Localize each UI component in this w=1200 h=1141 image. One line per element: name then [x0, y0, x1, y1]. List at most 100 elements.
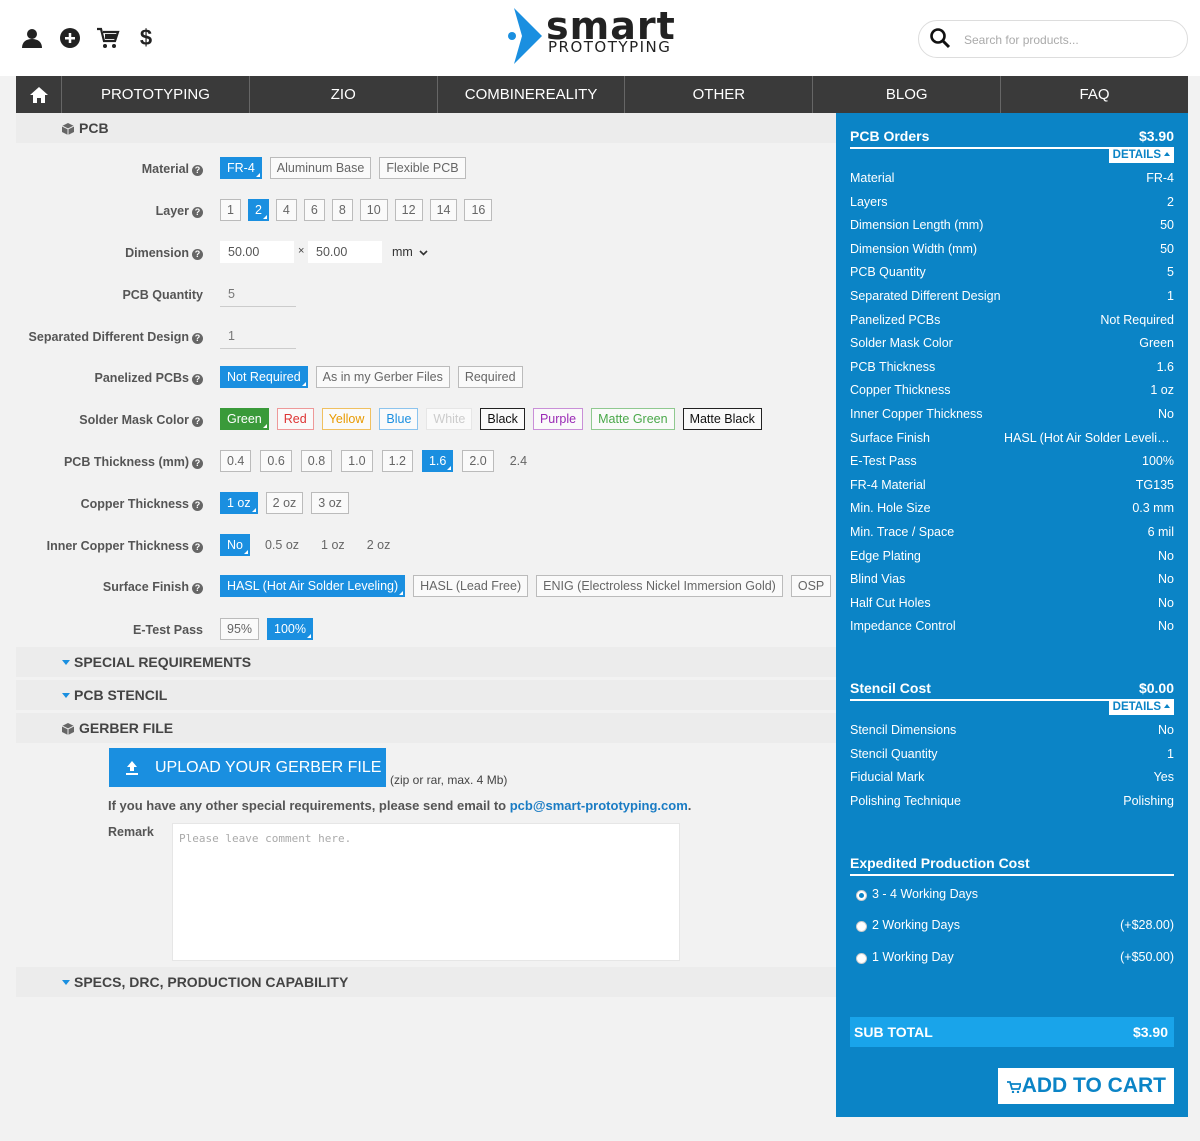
nav-item-other[interactable]: OTHER [625, 76, 814, 113]
panelized-option[interactable]: Not Required [220, 366, 308, 388]
logo-mark-icon [508, 8, 542, 64]
section-specs[interactable]: SPECS, DRC, PRODUCTION CAPABILITY [16, 967, 836, 997]
copper-option[interactable]: 1 oz [220, 492, 258, 514]
help-icon[interactable]: ? [192, 374, 203, 385]
solder-color-matte-black[interactable]: Matte Black [682, 408, 762, 430]
home-button[interactable] [16, 76, 62, 113]
etest-option[interactable]: 100% [267, 618, 314, 640]
solder-color-green[interactable]: Green [220, 408, 269, 430]
upload-gerber-button[interactable]: UPLOAD YOUR GERBER FILE [109, 748, 386, 787]
search-box[interactable] [918, 20, 1188, 58]
inner-copper-option[interactable]: 2 oz [360, 534, 398, 556]
help-icon[interactable]: ? [192, 249, 203, 260]
help-icon[interactable]: ? [192, 207, 203, 218]
search-input[interactable] [964, 30, 1174, 50]
copper-option[interactable]: 2 oz [265, 492, 304, 514]
panelized-option[interactable]: As in my Gerber Files [315, 366, 450, 388]
layer-option[interactable]: 2 [247, 199, 269, 221]
radio-button[interactable] [856, 921, 867, 932]
layer-option[interactable]: 1 [220, 199, 241, 221]
thickness-option[interactable]: 1.6 [421, 450, 454, 472]
currency-icon[interactable]: $ [134, 26, 158, 50]
expedited-option[interactable]: 2 Working Days (+$28.00) [856, 918, 1174, 938]
dimension-width-input[interactable]: 50.00 [308, 241, 382, 263]
nav-item-combinereality[interactable]: COMBINEREALITY [438, 76, 626, 113]
logo[interactable]: smart PROTOTYPING [508, 4, 698, 64]
solder-color-red[interactable]: Red [276, 408, 314, 430]
inner-copper-option[interactable]: No [220, 534, 250, 556]
thickness-option[interactable]: 2.4 [503, 450, 534, 472]
section-pcb-stencil[interactable]: PCB STENCIL [16, 680, 836, 710]
solder-color-yellow[interactable]: Yellow [321, 408, 372, 430]
help-icon[interactable]: ? [192, 500, 203, 511]
solder-color-blue[interactable]: Blue [379, 408, 419, 430]
summary-row: Surface Finish HASL (Hot Air Solder Level… [850, 431, 1174, 451]
radio-button[interactable] [856, 890, 867, 901]
inner-copper-option[interactable]: 0.5 oz [258, 534, 306, 556]
caret-down-icon [62, 980, 70, 985]
summary-row: Blind Vias No [850, 572, 1174, 592]
thickness-option[interactable]: 1.2 [381, 450, 413, 472]
layer-option[interactable]: 4 [275, 199, 297, 221]
solder-color-white[interactable]: White [426, 408, 473, 430]
radio-button[interactable] [856, 953, 867, 964]
nav-item-zio[interactable]: ZIO [250, 76, 438, 113]
quantity-input[interactable]: 5 [220, 283, 296, 307]
layer-option[interactable]: 6 [303, 199, 325, 221]
thickness-option[interactable]: 0.6 [260, 450, 292, 472]
material-option-flexible[interactable]: Flexible PCB [379, 157, 466, 179]
expedited-option[interactable]: 3 - 4 Working Days [856, 887, 1174, 907]
layer-option[interactable]: 16 [464, 199, 493, 221]
nav-item-blog[interactable]: BLOG [813, 76, 1002, 113]
unit-select[interactable]: mm [384, 241, 434, 263]
surface-option[interactable]: OSP [790, 575, 832, 597]
solder-color-matte-green[interactable]: Matte Green [591, 408, 675, 430]
surface-option[interactable]: HASL (Lead Free) [413, 575, 529, 597]
section-gerber-file[interactable]: GERBER FILE [16, 713, 836, 743]
solder-color-purple[interactable]: Purple [532, 408, 584, 430]
dimension-row: Dimension? 50.00 × 50.00 mm [16, 241, 836, 267]
thickness-option[interactable]: 0.8 [300, 450, 333, 472]
separated-input[interactable]: 1 [220, 325, 296, 349]
search-icon[interactable] [929, 27, 951, 49]
add-icon[interactable] [58, 26, 82, 50]
thickness-option[interactable]: 2.0 [462, 450, 494, 472]
help-icon[interactable]: ? [192, 416, 203, 427]
section-pcb[interactable]: PCB [16, 113, 836, 143]
layer-option[interactable]: 14 [429, 199, 458, 221]
layer-option[interactable]: 8 [331, 199, 353, 221]
solder-color-black[interactable]: Black [480, 408, 525, 430]
email-link[interactable]: pcb@smart-prototyping.com [510, 798, 688, 813]
summary-key: Min. Hole Size [850, 501, 931, 516]
material-option-aluminum[interactable]: Aluminum Base [269, 157, 372, 179]
account-icon[interactable] [20, 26, 44, 50]
panelized-option[interactable]: Required [457, 366, 523, 388]
nav-item-faq[interactable]: FAQ [1001, 76, 1188, 113]
section-special-requirements[interactable]: SPECIAL REQUIREMENTS [16, 647, 836, 677]
nav-item-prototyping[interactable]: PROTOTYPING [62, 76, 250, 113]
copper-option[interactable]: 3 oz [311, 492, 349, 514]
surface-option[interactable]: ENIG (Electroless Nickel Immersion Gold) [536, 575, 783, 597]
layer-option[interactable]: 10 [359, 199, 388, 221]
layer-option[interactable]: 12 [394, 199, 423, 221]
pcb-details-toggle[interactable]: DETAILS [1108, 147, 1174, 163]
stencil-details-toggle[interactable]: DETAILS [1108, 699, 1174, 715]
help-icon[interactable]: ? [192, 542, 203, 553]
help-icon[interactable]: ? [192, 583, 203, 594]
remark-textarea[interactable] [172, 823, 680, 961]
etest-option[interactable]: 95% [220, 618, 260, 640]
expedited-option[interactable]: 1 Working Day (+$50.00) [856, 950, 1174, 970]
thickness-option[interactable]: 1.0 [341, 450, 373, 472]
help-icon[interactable]: ? [192, 165, 203, 176]
surface-option[interactable]: HASL (Hot Air Solder Leveling) [220, 575, 406, 597]
help-icon[interactable]: ? [192, 458, 203, 469]
panelized-options: Not Required As in my Gerber Files Requi… [220, 366, 523, 388]
caret-down-icon [62, 693, 70, 698]
help-icon[interactable]: ? [192, 333, 203, 344]
cart-icon[interactable] [96, 26, 120, 50]
thickness-option[interactable]: 0.4 [220, 450, 252, 472]
material-option-fr4[interactable]: FR-4 [220, 157, 262, 179]
add-to-cart-button[interactable]: ADD TO CART [998, 1068, 1174, 1104]
dimension-length-input[interactable]: 50.00 [220, 241, 294, 263]
inner-copper-option[interactable]: 1 oz [314, 534, 352, 556]
